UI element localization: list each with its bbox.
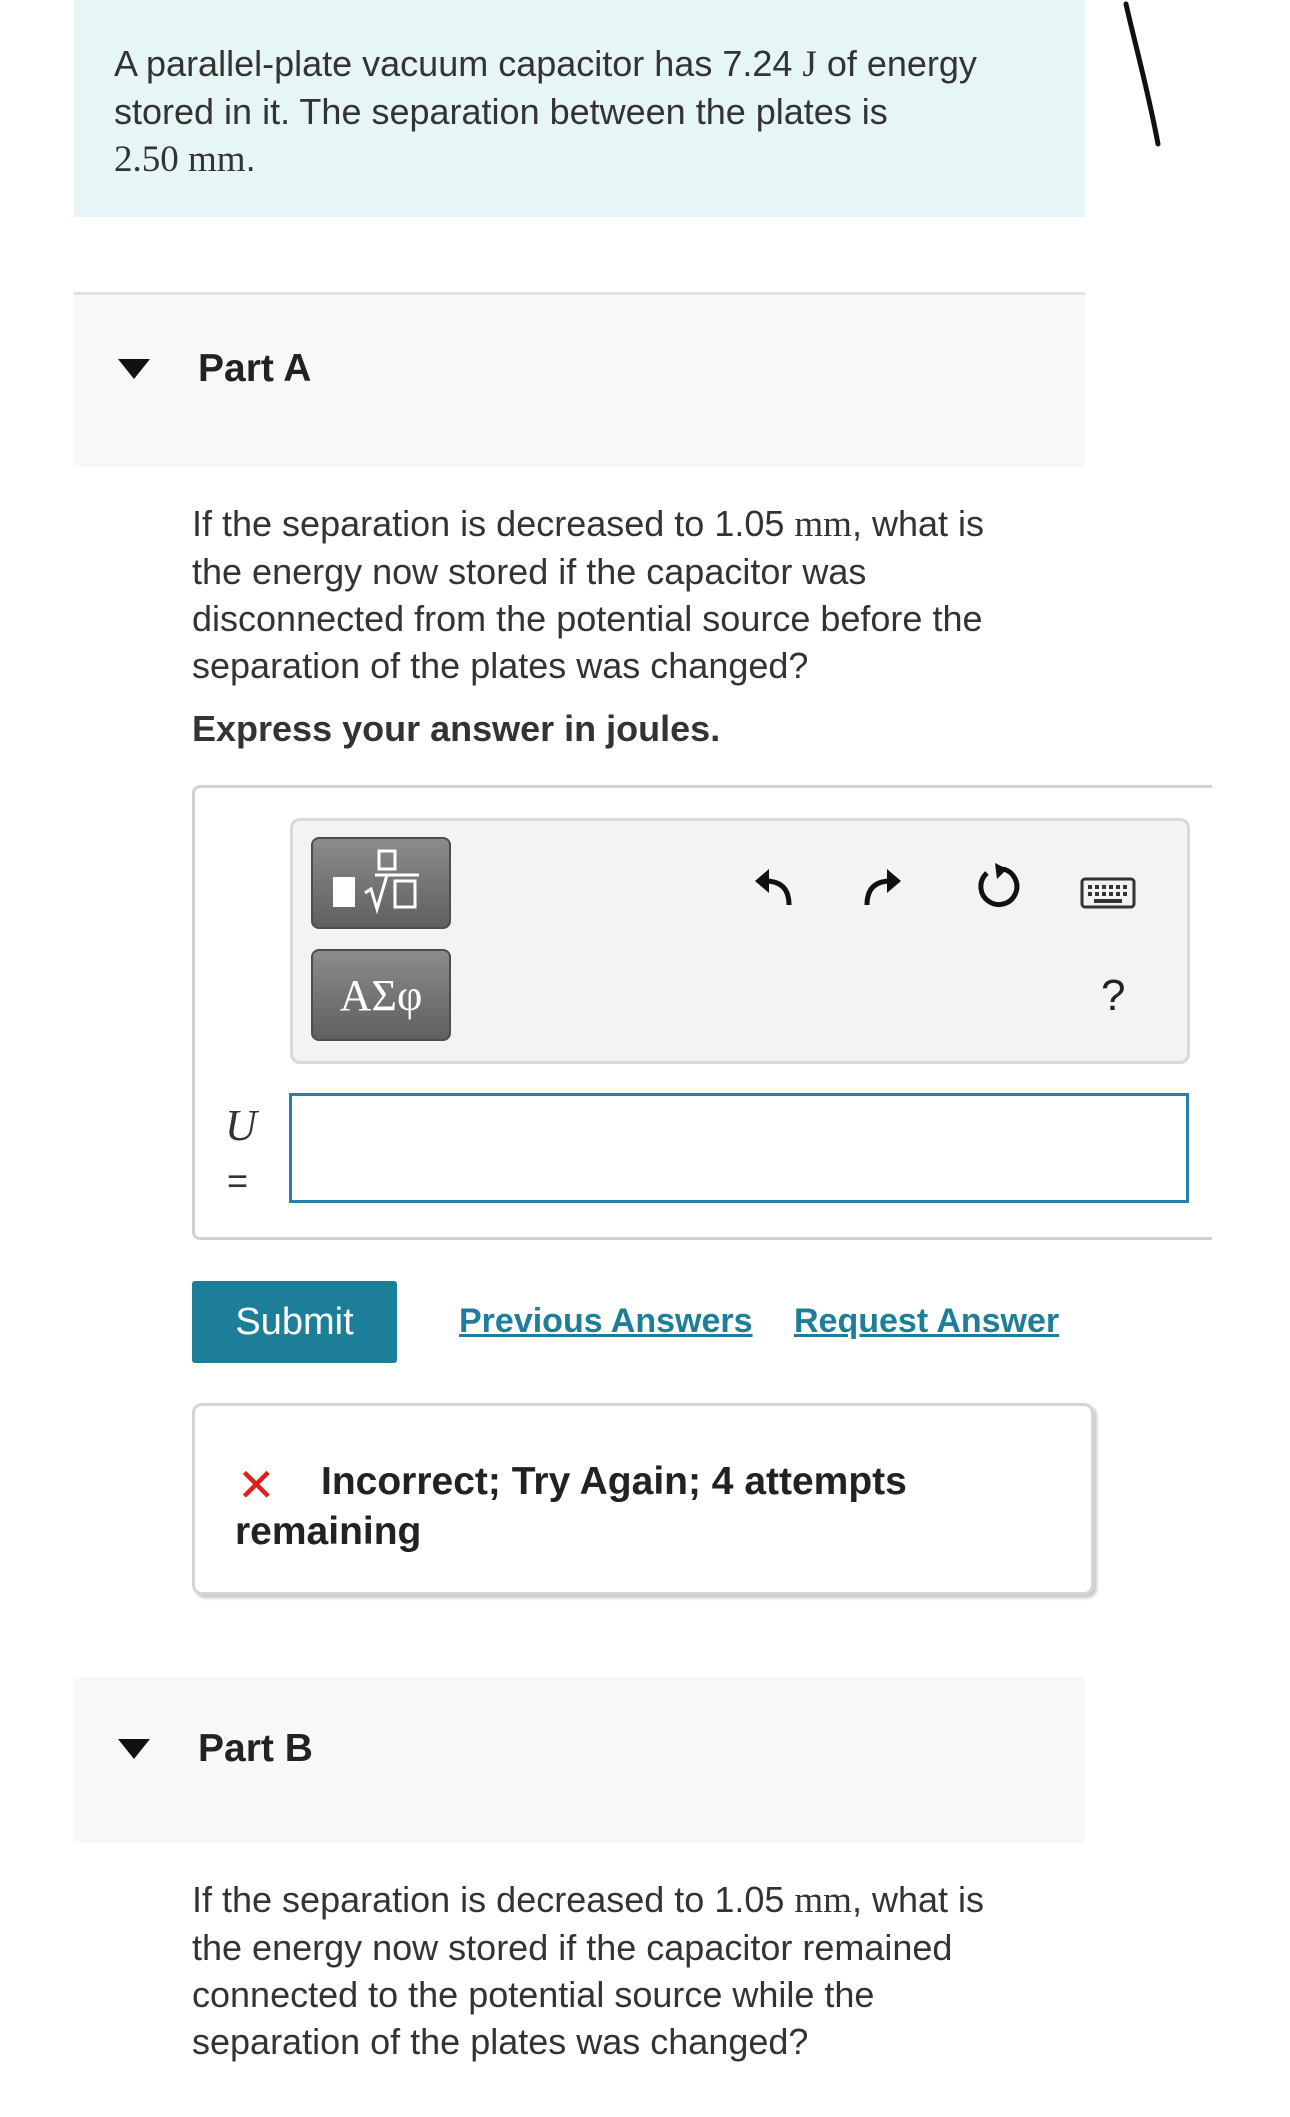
collapse-triangle-icon[interactable] <box>118 1739 150 1759</box>
feedback-message: Incorrect; Try Again; 4 attempts <box>321 1460 907 1503</box>
fraction-sqrt-template-icon[interactable] <box>311 837 451 929</box>
feedback-box: ✕ Incorrect; Try Again; 4 attempts remai… <box>192 1403 1094 1595</box>
feedback-message-cont: remaining <box>235 1510 422 1553</box>
part-a-header[interactable]: Part A <box>74 295 1085 467</box>
previous-answers-link[interactable]: Previous Answers <box>459 1302 753 1341</box>
math-toolbar: ΑΣφ ? <box>290 818 1190 1064</box>
problem-statement: A parallel-plate vacuum capacitor has 7.… <box>74 0 1085 217</box>
problem-line-2: stored in it. The separation between the… <box>114 91 888 132</box>
redo-icon[interactable] <box>859 865 905 909</box>
unit-joule: J <box>802 44 817 85</box>
part-a-question: If the separation is decreased to 1.05 m… <box>192 503 984 686</box>
greek-symbols-button[interactable]: ΑΣφ <box>311 949 451 1041</box>
reset-icon[interactable] <box>973 861 1025 913</box>
answer-input[interactable] <box>289 1093 1189 1203</box>
keyboard-icon[interactable] <box>1080 877 1136 909</box>
equals-sign: = <box>227 1160 249 1201</box>
part-b-question: If the separation is decreased to 1.05 m… <box>192 1879 984 2062</box>
problem-line-3: 2.50 mm. <box>114 138 256 180</box>
request-answer-link[interactable]: Request Answer <box>794 1302 1059 1341</box>
variable-label: U <box>225 1101 257 1150</box>
submit-button[interactable]: Submit <box>192 1281 397 1363</box>
pen-stroke-icon <box>1123 1 1161 147</box>
incorrect-icon: ✕ <box>237 1459 276 1511</box>
part-a-title: Part A <box>198 347 312 390</box>
problem-line-1: A parallel-plate vacuum capacitor has 7.… <box>114 43 977 85</box>
part-b-title: Part B <box>198 1727 313 1770</box>
part-b-header[interactable]: Part B <box>74 1677 1085 1843</box>
undo-icon[interactable] <box>751 865 797 909</box>
answer-box: ΑΣφ ? U = <box>192 785 1212 1240</box>
collapse-triangle-icon[interactable] <box>118 359 150 379</box>
help-button[interactable]: ? <box>1101 971 1125 1021</box>
answer-instruction: Express your answer in joules. <box>192 708 721 749</box>
